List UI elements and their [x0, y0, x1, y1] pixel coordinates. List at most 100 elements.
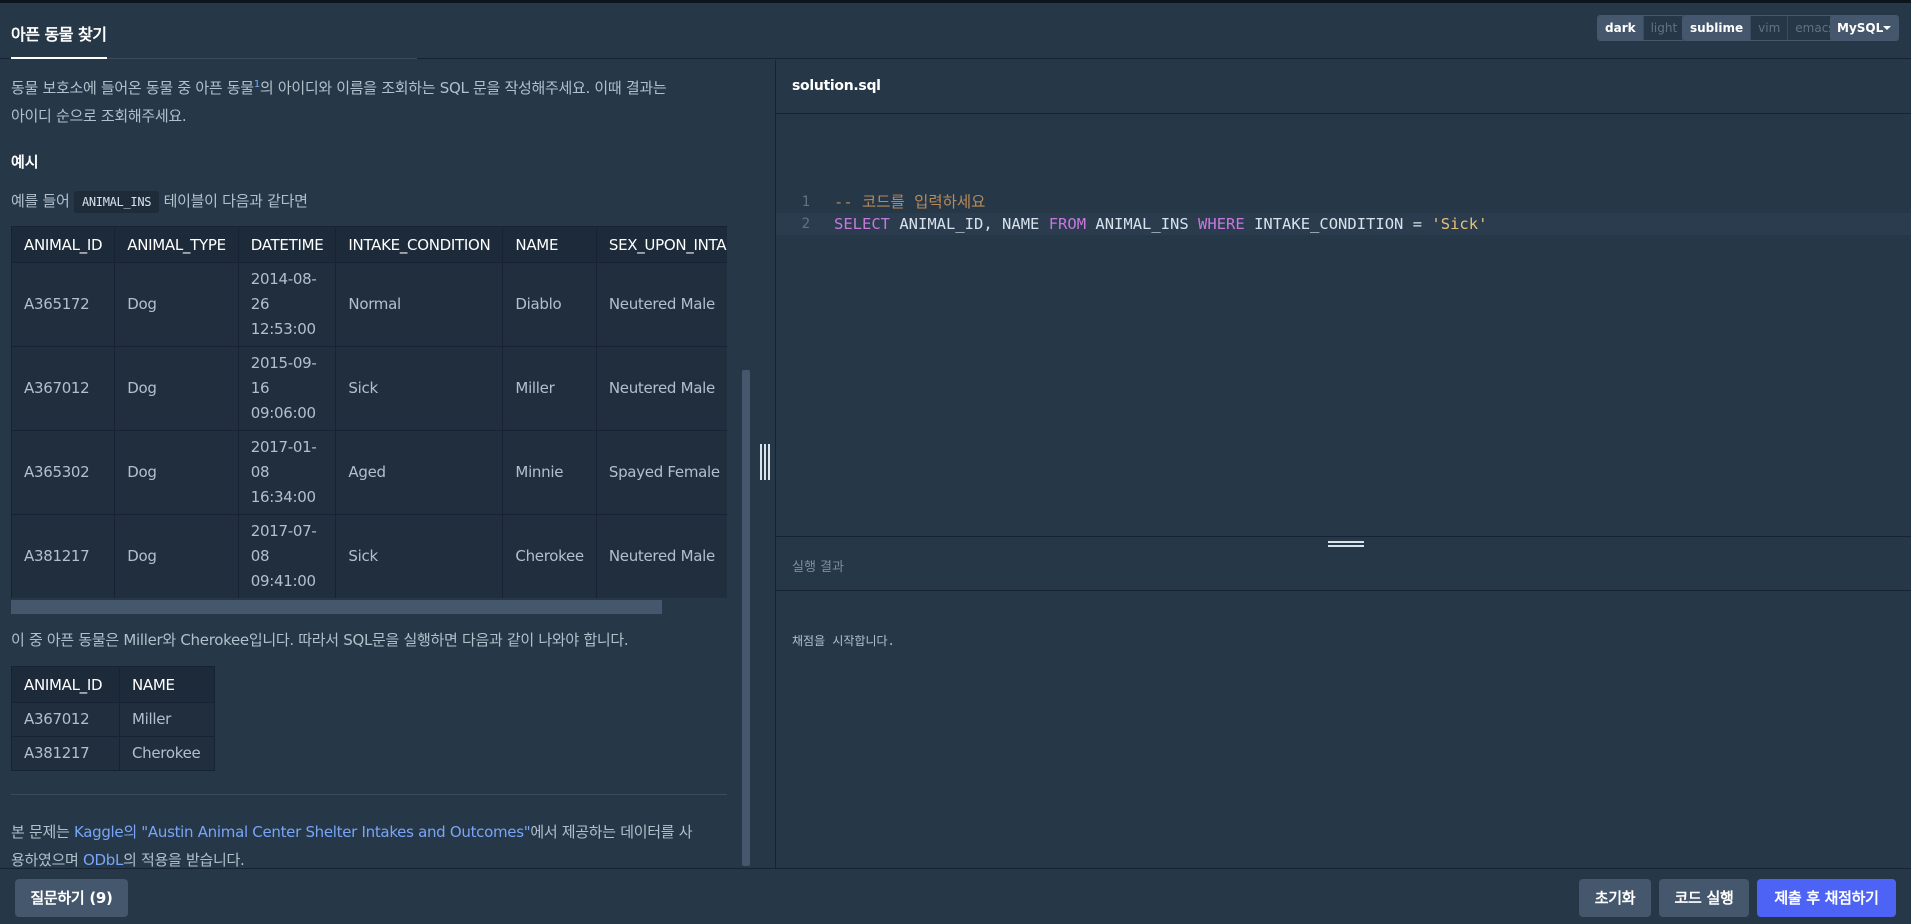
table-row: A367012 Dog 2015-09-16 09:06:00 Sick Mil…	[11, 346, 727, 431]
description-text: 의 아이디와 이름을 조회하는 SQL 문을 작성해주세요. 이때 결과는	[259, 79, 667, 97]
language-label: MySQL	[1837, 21, 1884, 35]
run-code-button[interactable]: 코드 실행	[1659, 879, 1749, 917]
kaggle-dataset-link[interactable]: Kaggle의 "Austin Animal Center Shelter In…	[74, 823, 531, 841]
example-intro: 예를 들어 ANIMAL_INS 테이블이 다음과 같다면	[11, 187, 308, 215]
example-heading: 예시	[11, 153, 39, 171]
table-cell: Dog	[114, 346, 239, 431]
description-text: 아이디 순으로 조회해주세요.	[11, 107, 187, 125]
table-cell: Minnie	[502, 430, 597, 515]
keymap-sublime-button[interactable]: sublime	[1683, 16, 1751, 40]
table-cell: Diablo	[502, 262, 597, 347]
code-text: -- 코드를 입력하세요	[834, 193, 986, 211]
table-row: A381217 Cherokee	[11, 736, 215, 771]
table-cell: Spayed Female	[595, 430, 727, 515]
source-text: 본 문제는	[11, 823, 70, 841]
column-header: NAME	[502, 226, 597, 263]
keymap-vim-button[interactable]: vim	[1750, 16, 1788, 40]
table-cell: Dog	[114, 514, 239, 598]
column-header: ANIMAL_TYPE	[114, 226, 239, 263]
table-cell: 2014-08-26 12:53:00	[237, 262, 337, 347]
intro-text: 테이블이 다음과 같다면	[163, 192, 308, 210]
table-header-row: ANIMAL_ID ANIMAL_TYPE DATETIME INTAKE_CO…	[11, 226, 727, 263]
code-text: SELECT ANIMAL_ID, NAME FROM ANIMAL_INS W…	[834, 215, 1488, 233]
intro-text: 예를 들어	[11, 192, 70, 210]
theme-dark-button[interactable]: dark	[1598, 16, 1643, 40]
theme-light-button[interactable]: light	[1642, 16, 1685, 40]
code-line: 1 -- 코드를 입력하세요	[776, 191, 1911, 213]
column-header: NAME	[119, 666, 215, 703]
data-source-note: 본 문제는 Kaggle의 "Austin Animal Center Shel…	[11, 818, 693, 868]
line-number: 1	[801, 194, 810, 210]
result-heading: 실행 결과	[792, 560, 844, 575]
code-line-active: 2 SELECT ANIMAL_ID, NAME FROM ANIMAL_INS…	[776, 213, 1911, 235]
column-header: INTAKE_CONDITION	[335, 226, 504, 263]
problem-title-tab[interactable]: 아픈 동물 찾기	[11, 3, 107, 59]
line-number: 2	[801, 216, 810, 232]
source-text: 용하였으며	[11, 851, 79, 868]
page-title: 아픈 동물 찾기	[11, 25, 107, 44]
description-text: 동물 보호소에 들어온 동물 중 아픈 동물	[11, 79, 254, 97]
table-cell: Aged	[335, 430, 504, 515]
table-cell: Dog	[114, 430, 239, 515]
footer-bar: 질문하기 (9) 초기화 코드 실행 제출 후 채점하기	[0, 868, 1911, 924]
table-cell: Cherokee	[119, 736, 215, 771]
source-text: 의 적용을 받습니다.	[123, 851, 245, 868]
table-cell: Miller	[119, 702, 215, 737]
problem-panel: 동물 보호소에 들어온 동물 중 아픈 동물1의 아이디와 이름을 조회하는 S…	[0, 60, 762, 868]
table-cell: Sick	[335, 514, 504, 598]
table-cell: 2015-09-16 09:06:00	[237, 346, 337, 431]
table-cell: 2017-07-08 09:41:00	[237, 514, 337, 598]
table-cell: A365172	[11, 262, 116, 347]
submit-button[interactable]: 제출 후 채점하기	[1757, 879, 1896, 917]
caret-down-icon	[1883, 26, 1891, 30]
table-header-row: ANIMAL_ID NAME	[11, 666, 215, 703]
table-cell: Normal	[335, 262, 504, 347]
input-table-scroll[interactable]: ANIMAL_ID ANIMAL_TYPE DATETIME INTAKE_CO…	[11, 226, 727, 598]
result-explanation: 이 중 아픈 동물은 Miller와 Cherokee입니다. 따라서 SQL문…	[11, 631, 629, 649]
table-row: A381217 Dog 2017-07-08 09:41:00 Sick Che…	[11, 514, 727, 598]
table-row: A365302 Dog 2017-01-08 16:34:00 Aged Min…	[11, 430, 727, 515]
keymap-toggle: sublime vim emacs	[1682, 15, 1843, 41]
table-cell: Neutered Male	[595, 514, 727, 598]
scrollbar-thumb[interactable]	[11, 600, 662, 614]
table-cell: A367012	[11, 702, 120, 737]
panel-resize-handle[interactable]	[758, 444, 770, 480]
column-header: SEX_UPON_INTAKE	[595, 226, 727, 263]
output-table: ANIMAL_ID NAME A367012 Miller A381217 Ch…	[11, 666, 215, 771]
problem-description: 동물 보호소에 들어온 동물 중 아픈 동물1의 아이디와 이름을 조회하는 S…	[11, 71, 667, 130]
column-header: ANIMAL_ID	[11, 666, 120, 703]
reset-button[interactable]: 초기화	[1579, 879, 1651, 917]
theme-toggle: dark light	[1597, 15, 1686, 41]
table-row: A365172 Dog 2014-08-26 12:53:00 Normal D…	[11, 262, 727, 347]
output-table-wrap: ANIMAL_ID NAME A367012 Miller A381217 Ch…	[11, 666, 215, 771]
header: 아픈 동물 찾기 dark light sublime vim emacs My…	[0, 3, 1911, 59]
result-message: 채점을 시작합니다.	[792, 634, 895, 648]
language-select[interactable]: MySQL	[1830, 15, 1899, 41]
section-divider	[11, 794, 727, 795]
table-name-code: ANIMAL_INS	[73, 191, 160, 213]
editor-filename: solution.sql	[792, 78, 881, 94]
odbl-license-link[interactable]: ODbL	[83, 851, 123, 868]
tab-divider	[107, 58, 417, 59]
column-header: DATETIME	[237, 226, 337, 263]
table-cell: Sick	[335, 346, 504, 431]
vertical-resize-handle[interactable]	[1328, 538, 1364, 550]
source-text: 에서 제공하는 데이터를 사	[530, 823, 693, 841]
table-cell: 2017-01-08 16:34:00	[237, 430, 337, 515]
editor-header: solution.sql	[776, 60, 1911, 114]
table-cell: Cherokee	[502, 514, 597, 598]
ask-question-button[interactable]: 질문하기 (9)	[15, 879, 128, 917]
table-horizontal-scrollbar[interactable]	[11, 598, 727, 616]
table-cell: A365302	[11, 430, 116, 515]
input-table: ANIMAL_ID ANIMAL_TYPE DATETIME INTAKE_CO…	[11, 226, 727, 598]
table-cell: Neutered Male	[595, 346, 727, 431]
table-cell: Neutered Male	[595, 262, 727, 347]
table-cell: Dog	[114, 262, 239, 347]
table-cell: A367012	[11, 346, 116, 431]
table-cell: A381217	[11, 736, 120, 771]
code-editor[interactable]: 1 -- 코드를 입력하세요 2 SELECT ANIMAL_ID, NAME …	[776, 115, 1911, 595]
column-header: ANIMAL_ID	[11, 226, 116, 263]
editor-panel: solution.sql 1 -- 코드를 입력하세요 2 SELECT ANI…	[775, 60, 1911, 868]
table-cell: Miller	[502, 346, 597, 431]
problem-vertical-scrollbar[interactable]	[742, 370, 750, 866]
